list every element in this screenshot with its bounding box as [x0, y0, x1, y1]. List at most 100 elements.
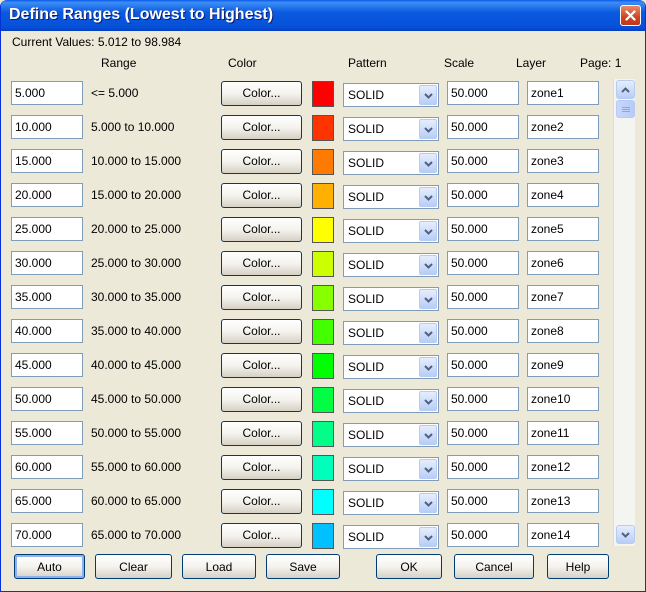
range-value-input[interactable]: 60.000	[11, 455, 83, 479]
save-button[interactable]: Save	[266, 554, 340, 579]
clear-button[interactable]: Clear	[95, 554, 172, 579]
pattern-dropdown[interactable]: SOLID	[343, 83, 439, 107]
scroll-up-button[interactable]	[616, 80, 635, 99]
layer-input[interactable]: zone11	[527, 421, 599, 445]
color-button[interactable]: Color...	[221, 149, 302, 174]
range-value-input[interactable]: 35.000	[11, 285, 83, 309]
scale-input[interactable]: 50.000	[447, 319, 519, 343]
color-button[interactable]: Color...	[221, 523, 302, 548]
color-button[interactable]: Color...	[221, 251, 302, 276]
range-row: 5.000 <= 5.000 Color... SOLID 50.000 zone1	[1, 81, 611, 115]
color-button[interactable]: Color...	[221, 353, 302, 378]
auto-button[interactable]: Auto	[14, 554, 85, 579]
color-button[interactable]: Color...	[221, 115, 302, 140]
dropdown-button[interactable]	[419, 425, 437, 445]
load-button[interactable]: Load	[182, 554, 256, 579]
layer-input[interactable]: zone1	[527, 81, 599, 105]
pattern-dropdown[interactable]: SOLID	[343, 423, 439, 447]
pattern-dropdown[interactable]: SOLID	[343, 389, 439, 413]
title-bar[interactable]: Define Ranges (Lowest to Highest)	[1, 0, 645, 31]
layer-input[interactable]: zone6	[527, 251, 599, 275]
cancel-button[interactable]: Cancel	[454, 554, 534, 579]
pattern-dropdown[interactable]: SOLID	[343, 151, 439, 175]
color-button[interactable]: Color...	[221, 455, 302, 480]
dropdown-button[interactable]	[419, 357, 437, 377]
scale-input[interactable]: 50.000	[447, 81, 519, 105]
color-button[interactable]: Color...	[221, 421, 302, 446]
pattern-dropdown[interactable]: SOLID	[343, 253, 439, 277]
range-row: 15.000 10.000 to 15.000 Color... SOLID 50.00…	[1, 149, 611, 183]
color-button[interactable]: Color...	[221, 285, 302, 310]
layer-input[interactable]: zone4	[527, 183, 599, 207]
dropdown-button[interactable]	[419, 391, 437, 411]
scale-input[interactable]: 50.000	[447, 285, 519, 309]
pattern-dropdown[interactable]: SOLID	[343, 355, 439, 379]
range-value-input[interactable]: 50.000	[11, 387, 83, 411]
range-value-input[interactable]: 40.000	[11, 319, 83, 343]
range-value-input[interactable]: 5.000	[11, 81, 83, 105]
layer-input[interactable]: zone2	[527, 115, 599, 139]
range-value-input[interactable]: 10.000	[11, 115, 83, 139]
layer-input[interactable]: zone7	[527, 285, 599, 309]
scale-input[interactable]: 50.000	[447, 115, 519, 139]
vertical-scrollbar[interactable]	[613, 79, 635, 546]
dropdown-button[interactable]	[419, 527, 437, 547]
range-value-input[interactable]: 70.000	[11, 523, 83, 547]
close-button[interactable]	[620, 5, 641, 26]
layer-input[interactable]: zone5	[527, 217, 599, 241]
dropdown-button[interactable]	[419, 323, 437, 343]
range-value-input[interactable]: 55.000	[11, 421, 83, 445]
scale-input[interactable]: 50.000	[447, 489, 519, 513]
range-value-input[interactable]: 65.000	[11, 489, 83, 513]
color-button[interactable]: Color...	[221, 217, 302, 242]
scroll-thumb[interactable]	[616, 100, 635, 118]
pattern-dropdown[interactable]: SOLID	[343, 321, 439, 345]
dropdown-button[interactable]	[419, 119, 437, 139]
scale-input[interactable]: 50.000	[447, 149, 519, 173]
pattern-dropdown[interactable]: SOLID	[343, 117, 439, 141]
color-button[interactable]: Color...	[221, 183, 302, 208]
dropdown-button[interactable]	[419, 459, 437, 479]
scale-input[interactable]: 50.000	[447, 183, 519, 207]
scale-input[interactable]: 50.000	[447, 387, 519, 411]
pattern-dropdown[interactable]: SOLID	[343, 287, 439, 311]
dropdown-button[interactable]	[419, 85, 437, 105]
range-value-input[interactable]: 45.000	[11, 353, 83, 377]
range-value-input[interactable]: 20.000	[11, 183, 83, 207]
pattern-value: SOLID	[348, 224, 385, 238]
scale-input[interactable]: 50.000	[447, 217, 519, 241]
dropdown-button[interactable]	[419, 493, 437, 513]
dropdown-button[interactable]	[419, 153, 437, 173]
layer-input[interactable]: zone3	[527, 149, 599, 173]
pattern-dropdown[interactable]: SOLID	[343, 491, 439, 515]
scale-input[interactable]: 50.000	[447, 251, 519, 275]
color-button[interactable]: Color...	[221, 319, 302, 344]
layer-input[interactable]: zone10	[527, 387, 599, 411]
scale-input[interactable]: 50.000	[447, 455, 519, 479]
pattern-dropdown[interactable]: SOLID	[343, 525, 439, 549]
layer-input[interactable]: zone8	[527, 319, 599, 343]
range-value-input[interactable]: 15.000	[11, 149, 83, 173]
help-button[interactable]: Help	[547, 554, 609, 579]
layer-input[interactable]: zone14	[527, 523, 599, 547]
pattern-dropdown[interactable]: SOLID	[343, 457, 439, 481]
color-button[interactable]: Color...	[221, 81, 302, 106]
layer-input[interactable]: zone9	[527, 353, 599, 377]
pattern-dropdown[interactable]: SOLID	[343, 219, 439, 243]
dropdown-button[interactable]	[419, 289, 437, 309]
ok-button[interactable]: OK	[376, 554, 442, 579]
dropdown-button[interactable]	[419, 255, 437, 275]
scale-input[interactable]: 50.000	[447, 421, 519, 445]
range-value-input[interactable]: 25.000	[11, 217, 83, 241]
pattern-dropdown[interactable]: SOLID	[343, 185, 439, 209]
dropdown-button[interactable]	[419, 221, 437, 241]
color-button[interactable]: Color...	[221, 387, 302, 412]
range-value-input[interactable]: 30.000	[11, 251, 83, 275]
layer-input[interactable]: zone12	[527, 455, 599, 479]
scroll-down-button[interactable]	[616, 525, 635, 544]
dropdown-button[interactable]	[419, 187, 437, 207]
layer-input[interactable]: zone13	[527, 489, 599, 513]
scale-input[interactable]: 50.000	[447, 523, 519, 547]
color-button[interactable]: Color...	[221, 489, 302, 514]
scale-input[interactable]: 50.000	[447, 353, 519, 377]
